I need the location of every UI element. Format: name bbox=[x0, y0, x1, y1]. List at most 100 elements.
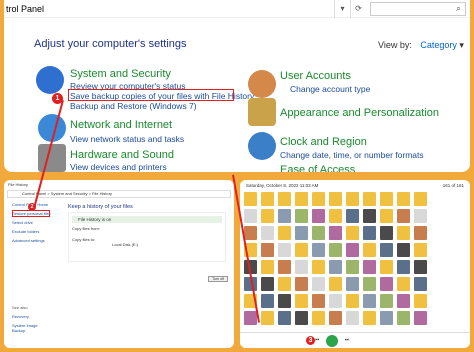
file-thumbnail[interactable] bbox=[312, 311, 325, 325]
category-system-security[interactable]: System and Security bbox=[70, 68, 171, 80]
sidebar-item-exclude[interactable]: Exclude folders bbox=[4, 227, 60, 236]
file-thumbnail[interactable] bbox=[380, 260, 393, 274]
file-thumbnail[interactable] bbox=[363, 209, 376, 223]
sidebar-item-system-image[interactable]: System Image Backup bbox=[4, 321, 60, 335]
link-network-status[interactable]: View network status and tasks bbox=[70, 134, 184, 144]
file-thumbnail[interactable] bbox=[414, 243, 427, 257]
file-thumbnail[interactable] bbox=[397, 311, 410, 325]
file-thumbnail[interactable] bbox=[346, 209, 359, 223]
file-thumbnail[interactable] bbox=[346, 311, 359, 325]
folder-icon[interactable] bbox=[278, 192, 291, 206]
sidebar-item-select-drive[interactable]: Select drive bbox=[4, 218, 60, 227]
file-thumbnail[interactable] bbox=[261, 311, 274, 325]
file-thumbnail[interactable] bbox=[363, 260, 376, 274]
file-thumbnail[interactable] bbox=[278, 311, 291, 325]
category-appearance[interactable]: Appearance and Personalization bbox=[280, 107, 439, 119]
file-thumbnail[interactable] bbox=[261, 260, 274, 274]
folder-icon[interactable] bbox=[346, 192, 359, 206]
file-thumbnail[interactable] bbox=[329, 294, 342, 308]
folder-icon[interactable] bbox=[261, 192, 274, 206]
file-thumbnail[interactable] bbox=[244, 226, 257, 240]
file-thumbnail[interactable] bbox=[414, 311, 427, 325]
file-thumbnail[interactable] bbox=[380, 226, 393, 240]
folder-icon[interactable] bbox=[295, 192, 308, 206]
file-thumbnail[interactable] bbox=[346, 260, 359, 274]
file-thumbnail[interactable] bbox=[295, 277, 308, 291]
file-thumbnail[interactable] bbox=[312, 243, 325, 257]
folder-icon[interactable] bbox=[380, 192, 393, 206]
file-thumbnail[interactable] bbox=[329, 226, 342, 240]
file-thumbnail[interactable] bbox=[295, 311, 308, 325]
chevron-down-icon[interactable]: ▾ bbox=[334, 0, 350, 18]
file-thumbnail[interactable] bbox=[397, 294, 410, 308]
file-thumbnail[interactable] bbox=[346, 226, 359, 240]
file-thumbnail[interactable] bbox=[380, 294, 393, 308]
file-thumbnail[interactable] bbox=[278, 294, 291, 308]
search-input[interactable]: ⌕ bbox=[370, 1, 466, 16]
file-thumbnail[interactable] bbox=[363, 277, 376, 291]
file-thumbnail[interactable] bbox=[363, 311, 376, 325]
link-backup-restore[interactable]: Backup and Restore (Windows 7) bbox=[70, 101, 197, 111]
file-thumbnail[interactable] bbox=[261, 277, 274, 291]
file-thumbnail[interactable] bbox=[414, 209, 427, 223]
file-thumbnail[interactable] bbox=[261, 226, 274, 240]
file-thumbnail[interactable] bbox=[414, 226, 427, 240]
file-thumbnail[interactable] bbox=[380, 277, 393, 291]
folder-icon[interactable] bbox=[312, 192, 325, 206]
file-thumbnail[interactable] bbox=[312, 226, 325, 240]
file-thumbnail[interactable] bbox=[397, 226, 410, 240]
file-thumbnail[interactable] bbox=[261, 209, 274, 223]
address-bar[interactable]: Control Panel > System and Security > Fi… bbox=[7, 190, 231, 198]
file-thumbnail[interactable] bbox=[380, 243, 393, 257]
file-thumbnail[interactable] bbox=[312, 277, 325, 291]
file-thumbnail[interactable] bbox=[414, 294, 427, 308]
file-thumbnail[interactable] bbox=[380, 209, 393, 223]
file-thumbnail[interactable] bbox=[329, 311, 342, 325]
sidebar-item-recovery[interactable]: Recovery bbox=[4, 312, 60, 321]
file-thumbnail[interactable] bbox=[397, 209, 410, 223]
folder-icon[interactable] bbox=[244, 192, 257, 206]
file-thumbnail[interactable] bbox=[414, 277, 427, 291]
file-thumbnail[interactable] bbox=[329, 277, 342, 291]
folder-icon[interactable] bbox=[363, 192, 376, 206]
file-thumbnail[interactable] bbox=[278, 243, 291, 257]
next-icon[interactable]: ⏭ bbox=[342, 337, 352, 345]
file-thumbnail[interactable] bbox=[363, 226, 376, 240]
file-thumbnail[interactable] bbox=[295, 243, 308, 257]
file-thumbnail[interactable] bbox=[278, 226, 291, 240]
file-thumbnail[interactable] bbox=[278, 209, 291, 223]
chevron-down-icon[interactable]: ▾ bbox=[459, 40, 464, 50]
file-thumbnail[interactable] bbox=[329, 243, 342, 257]
link-devices-printers[interactable]: View devices and printers bbox=[70, 162, 167, 172]
file-thumbnail[interactable] bbox=[397, 243, 410, 257]
category-clock-region[interactable]: Clock and Region bbox=[280, 136, 367, 148]
file-thumbnail[interactable] bbox=[244, 209, 257, 223]
file-thumbnail[interactable] bbox=[363, 294, 376, 308]
link-change-account[interactable]: Change account type bbox=[290, 84, 370, 94]
file-thumbnail[interactable] bbox=[261, 294, 274, 308]
folder-icon[interactable] bbox=[414, 192, 427, 206]
view-by-dropdown[interactable]: Category bbox=[420, 40, 457, 50]
turn-off-button[interactable]: Turn off bbox=[208, 276, 228, 282]
file-thumbnail[interactable] bbox=[329, 260, 342, 274]
file-thumbnail[interactable] bbox=[346, 277, 359, 291]
sidebar-item-advanced[interactable]: Advanced settings bbox=[4, 236, 60, 245]
file-thumbnail[interactable] bbox=[295, 294, 308, 308]
link-date-formats[interactable]: Change date, time, or number formats bbox=[280, 150, 424, 160]
file-thumbnail[interactable] bbox=[397, 260, 410, 274]
file-thumbnail[interactable] bbox=[414, 260, 427, 274]
restore-button[interactable] bbox=[326, 335, 338, 347]
category-network[interactable]: Network and Internet bbox=[70, 119, 172, 131]
file-thumbnail[interactable] bbox=[397, 277, 410, 291]
folder-icon[interactable] bbox=[397, 192, 410, 206]
category-hardware[interactable]: Hardware and Sound bbox=[70, 149, 174, 161]
file-thumbnail[interactable] bbox=[295, 209, 308, 223]
address-bar[interactable]: trol Panel ▾ ⟳ ⌕ bbox=[4, 0, 470, 18]
file-thumbnail[interactable] bbox=[312, 294, 325, 308]
category-ease-access[interactable]: Ease of Access bbox=[280, 164, 355, 172]
file-thumbnail[interactable] bbox=[380, 311, 393, 325]
file-thumbnail[interactable] bbox=[261, 243, 274, 257]
file-thumbnail[interactable] bbox=[312, 260, 325, 274]
file-thumbnail[interactable] bbox=[244, 311, 257, 325]
file-thumbnail[interactable] bbox=[295, 260, 308, 274]
